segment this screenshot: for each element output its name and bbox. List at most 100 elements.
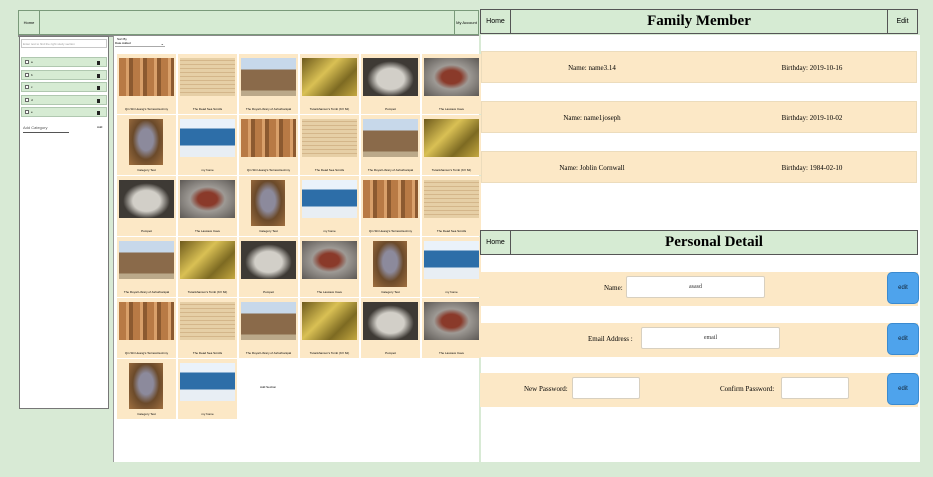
trash-icon[interactable]	[97, 111, 100, 115]
section-thumbnail	[363, 119, 418, 157]
section-tile[interactable]: Qin Shi Huang's Terracotta Army	[361, 176, 420, 236]
section-caption: my home	[201, 168, 214, 172]
section-tile[interactable]: Category Test	[361, 237, 420, 297]
section-tile[interactable]: The Dead Sea Scrolls	[422, 176, 481, 236]
category-item[interactable]: d	[21, 94, 107, 105]
category-checkbox[interactable]	[25, 60, 29, 64]
section-caption: Qin Shi Huang's Terracotta Army	[368, 229, 413, 233]
member-birthday: Birthday: 1984-02-10	[781, 164, 843, 172]
confirm-password-field[interactable]	[781, 377, 849, 399]
section-tile[interactable]: The Dead Sea Scrolls	[300, 115, 359, 175]
section-thumbnail	[302, 241, 357, 279]
section-tile[interactable]: Qin Shi Huang's Terracotta Army	[239, 115, 298, 175]
section-caption: Category Test	[381, 290, 400, 294]
add-category-input[interactable]: Add Category	[23, 125, 69, 133]
family-home-button[interactable]: Home	[481, 10, 511, 33]
section-caption: The Royal Library of Ashurbanipal	[367, 168, 414, 172]
section-caption: Category Test	[259, 229, 278, 233]
section-caption: my home	[323, 229, 336, 233]
my-account-button[interactable]: My Account	[454, 11, 478, 34]
section-tile[interactable]: my home	[178, 115, 237, 175]
section-thumbnail	[180, 241, 235, 279]
section-tile[interactable]: Tutankhamun's Tomb (KV 62)	[300, 54, 359, 114]
name-field[interactable]: asasd	[626, 276, 765, 298]
section-tile[interactable]: The Royal Library of Ashurbanipal	[361, 115, 420, 175]
category-item[interactable]: b	[21, 69, 107, 80]
member-name: Name: name1joseph	[563, 114, 621, 122]
chevron-down-icon: ⌄	[160, 41, 164, 46]
edit-name-button[interactable]: edit	[887, 272, 919, 304]
category-checkbox[interactable]	[25, 97, 29, 102]
section-tile[interactable]: Tutankhamun's Tomb (KV 62)	[300, 298, 359, 358]
category-checkbox[interactable]	[25, 72, 29, 77]
section-thumbnail	[180, 363, 235, 401]
section-tile[interactable]: Pompeii	[361, 298, 420, 358]
section-tile[interactable]: The Royal Library of Ashurbanipal	[117, 237, 176, 297]
section-tile[interactable]: Qin Shi Huang's Terracotta Army	[117, 54, 176, 114]
section-tile[interactable]: Qin Shi Huang's Terracotta Army	[117, 298, 176, 358]
trash-icon[interactable]	[97, 86, 100, 90]
section-caption: The Royal Library of Ashurbanipal	[245, 351, 292, 355]
section-tile[interactable]: my home	[178, 359, 237, 419]
study-app-window: Home My Account Enter text to find the r…	[0, 0, 481, 477]
section-tile[interactable]: The Royal Library of Ashurbanipal	[239, 54, 298, 114]
edit-email-button[interactable]: edit	[887, 323, 919, 355]
name-label: Name:	[604, 284, 623, 292]
family-member-row[interactable]: Name: Joblin Cornwall Birthday: 1984-02-1…	[481, 151, 917, 183]
section-tile[interactable]: Pompeii	[239, 237, 298, 297]
family-member-row[interactable]: Name: name3.14 Birthday: 2019-10-16	[481, 51, 917, 83]
personal-detail-title: Personal Detail	[665, 234, 763, 250]
category-item[interactable]: c	[21, 82, 107, 92]
section-tile[interactable]: The Lascaux Cave	[422, 54, 481, 114]
section-tile[interactable]: Category Test	[117, 359, 176, 419]
section-tile[interactable]: The Dead Sea Scrolls	[178, 298, 237, 358]
section-caption: The Royal Library of Ashurbanipal	[245, 107, 292, 111]
personal-home-button[interactable]: Home	[481, 231, 511, 254]
category-item[interactable]: e	[21, 107, 107, 117]
category-checkbox[interactable]	[25, 110, 29, 114]
trash-icon[interactable]	[97, 73, 100, 78]
section-tile[interactable]: Category Test	[239, 176, 298, 236]
section-tile[interactable]: The Lascaux Cave	[422, 298, 481, 358]
family-edit-button[interactable]: Edit	[887, 10, 917, 33]
section-tile[interactable]: my home	[300, 176, 359, 236]
section-caption: The Lascaux Cave	[438, 351, 464, 355]
section-tile[interactable]: The Royal Library of Ashurbanipal	[239, 298, 298, 358]
section-caption: Qin Shi Huang's Terracotta Army	[124, 107, 169, 111]
section-tile[interactable]: my home	[422, 237, 481, 297]
section-thumbnail	[424, 119, 479, 157]
section-tile[interactable]: Pompeii	[117, 176, 176, 236]
category-item[interactable]: a	[21, 57, 107, 67]
trash-icon[interactable]	[97, 61, 100, 65]
section-tile[interactable]: Pompeii	[361, 54, 420, 114]
section-tile[interactable]: The Lascaux Cave	[300, 237, 359, 297]
section-tile[interactable]: The Lascaux Cave	[178, 176, 237, 236]
home-button[interactable]: Home	[19, 11, 40, 34]
new-password-field[interactable]	[572, 377, 640, 399]
section-tile[interactable]: The Dead Sea Scrolls	[178, 54, 237, 114]
email-field[interactable]: email	[641, 327, 780, 349]
search-input[interactable]: Enter text to find the right study secti…	[21, 39, 107, 48]
section-thumbnail	[424, 180, 479, 218]
section-tile[interactable]: Category Test	[117, 115, 176, 175]
family-member-row[interactable]: Name: name1joseph Birthday: 2019-10-02	[481, 101, 917, 133]
section-thumbnail	[180, 119, 235, 157]
category-checkbox[interactable]	[25, 85, 29, 89]
category-sidebar: Enter text to find the right study secti…	[19, 36, 109, 409]
add-section-button[interactable]: Add Section	[260, 385, 276, 389]
section-thumbnail	[241, 58, 296, 96]
section-thumbnail	[251, 180, 285, 226]
edit-password-button[interactable]: edit	[887, 373, 919, 405]
section-caption: Tutankhamun's Tomb (KV 62)	[309, 351, 350, 355]
category-label: c	[31, 85, 33, 89]
trash-icon[interactable]	[97, 98, 100, 103]
section-tile[interactable]: Tutankhamun's Tomb (KV 62)	[422, 115, 481, 175]
section-caption: my home	[201, 412, 214, 416]
section-thumbnail	[129, 119, 163, 165]
add-category-button[interactable]: Add	[97, 125, 102, 129]
section-caption: The Dead Sea Scrolls	[436, 229, 467, 233]
sort-select[interactable]: Date Added ⌄	[115, 41, 165, 47]
section-thumbnail	[363, 302, 418, 340]
section-tile[interactable]: Tutankhamun's Tomb (KV 62)	[178, 237, 237, 297]
member-name: Name: Joblin Cornwall	[559, 164, 625, 172]
